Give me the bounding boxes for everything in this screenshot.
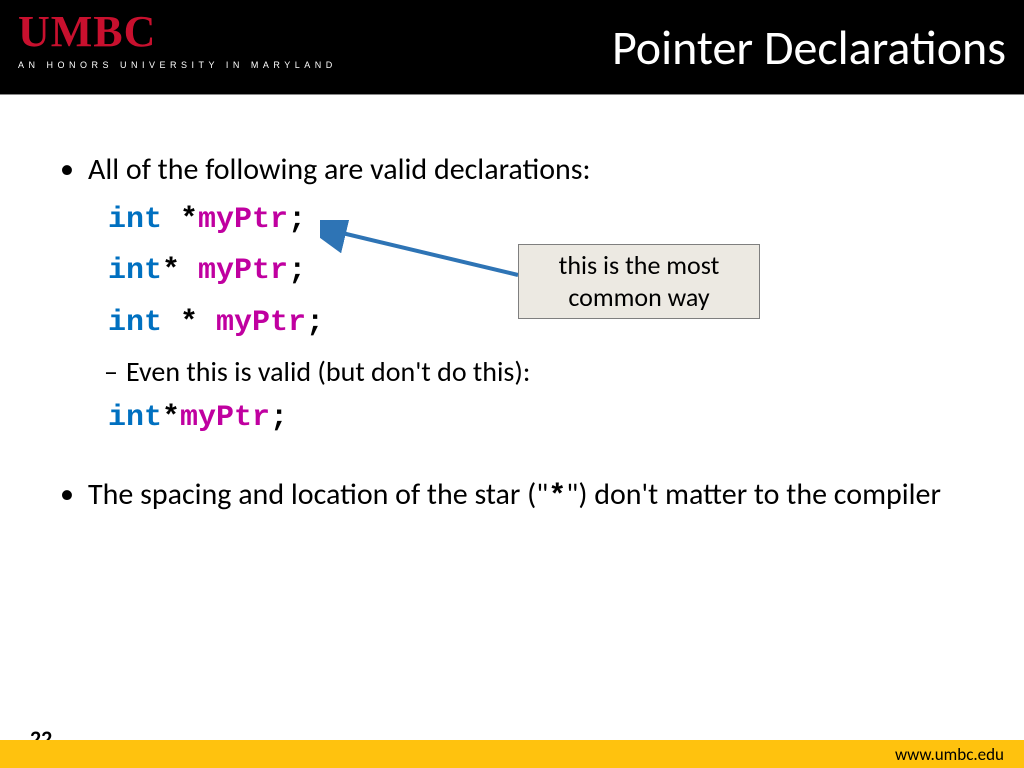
footer-url: www.umbc.edu: [895, 744, 1004, 765]
semicolon: ;: [306, 306, 324, 340]
semicolon: ;: [270, 401, 288, 435]
code-star-spaced: *: [162, 306, 216, 340]
variable-myptr: myPtr: [198, 254, 288, 288]
slide-header: UMBC AN HONORS UNIVERSITY IN MARYLAND Po…: [0, 0, 1024, 95]
code-space: [180, 254, 198, 288]
keyword-int: int: [108, 203, 162, 237]
variable-myptr: myPtr: [198, 203, 288, 237]
logo-tagline: AN HONORS UNIVERSITY IN MARYLAND: [18, 60, 337, 70]
code-example-4: int*myPtr;: [108, 397, 954, 441]
code-star: *: [162, 254, 180, 288]
bullet-spacing-note: The spacing and location of the star ("*…: [88, 475, 954, 518]
keyword-int: int: [108, 254, 162, 288]
semicolon: ;: [288, 254, 306, 288]
variable-myptr: myPtr: [216, 306, 306, 340]
code-star: *: [162, 401, 180, 435]
logo-block: UMBC AN HONORS UNIVERSITY IN MARYLAND: [18, 10, 337, 70]
bullet2-text-a: The spacing and location of the star (": [88, 476, 548, 513]
variable-myptr: myPtr: [180, 401, 270, 435]
star-literal: *: [548, 480, 566, 514]
semicolon: ;: [288, 203, 306, 237]
code-star-space: *: [162, 203, 198, 237]
keyword-int: int: [108, 306, 162, 340]
logo-text: UMBC: [18, 10, 337, 54]
sub-bullet-dont-do-this: Even this is valid (but don't do this):: [126, 353, 954, 391]
footer-bar: www.umbc.edu: [0, 740, 1024, 768]
code-example-1: int *myPtr;: [108, 199, 954, 243]
keyword-int: int: [108, 401, 162, 435]
callout-most-common: this is the most common way: [518, 244, 760, 319]
slide-content: All of the following are valid declarati…: [0, 95, 1024, 518]
bullet-valid-declarations: All of the following are valid declarati…: [88, 150, 954, 191]
slide-title: Pointer Declarations: [612, 18, 1006, 77]
bullet2-text-b: ") don't matter to the compiler: [566, 476, 941, 513]
